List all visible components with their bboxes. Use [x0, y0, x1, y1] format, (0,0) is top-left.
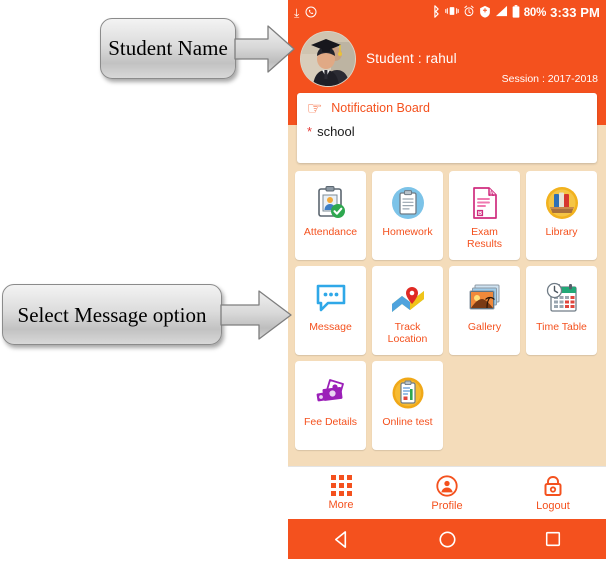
nav-item-more[interactable]: More — [288, 475, 394, 511]
notification-board-section: ☞ Notification Board * school — [288, 93, 606, 163]
triangle-left-icon — [334, 530, 346, 548]
tile-track-location[interactable]: Track Location — [372, 266, 443, 355]
annotation-student-name: Student Name — [100, 18, 296, 79]
vibrate-icon — [445, 5, 459, 20]
alarm-icon — [463, 5, 475, 20]
home-button[interactable] — [394, 530, 500, 549]
tile-label: Exam Results — [466, 226, 502, 250]
location-icon — [479, 5, 491, 21]
annotation-arrow-icon — [234, 24, 295, 73]
back-button[interactable] — [288, 530, 394, 549]
svg-text:A: A — [488, 189, 494, 198]
annotation-bubble-text: Select Message option — [2, 284, 222, 345]
message-icon — [315, 279, 347, 317]
menu-grid-row: Attendance Homework A R Exam Results Lib… — [295, 171, 599, 260]
notification-board-title: Notification Board — [331, 101, 430, 115]
tile-library[interactable]: Library — [526, 171, 597, 260]
nav-label: Logout — [536, 499, 570, 512]
tile-gallery[interactable]: Gallery — [449, 266, 520, 355]
grid-icon — [330, 475, 352, 496]
status-bar-left-icons: ⤓ — [294, 6, 317, 20]
notification-board-card[interactable]: ☞ Notification Board * school — [297, 93, 597, 163]
nav-label: Profile — [431, 499, 463, 512]
menu-grid: Attendance Homework A R Exam Results Lib… — [288, 163, 606, 466]
bottom-navigation: More Profile Logout — [288, 466, 606, 519]
exam-results-icon: A R — [471, 184, 499, 222]
tile-exam-results[interactable]: A R Exam Results — [449, 171, 520, 260]
recents-button[interactable] — [500, 530, 606, 548]
menu-grid-row: Fee Details Online test — [295, 361, 599, 450]
avatar[interactable] — [300, 31, 356, 87]
pointing-hand-icon: ☞ — [306, 98, 323, 118]
tile-label: Message — [309, 321, 352, 333]
battery-percent: 80% — [523, 6, 547, 19]
tile-online-test[interactable]: Online test — [372, 361, 443, 450]
tile-label: Attendance — [303, 226, 358, 238]
avatar-photo — [301, 32, 355, 86]
tile-label: Gallery — [467, 321, 502, 333]
tile-label: Online test — [382, 416, 433, 428]
tile-label: Track Location — [387, 321, 428, 345]
student-name-label: Student : rahul — [366, 51, 457, 66]
nav-label: More — [328, 499, 354, 511]
lock-icon — [544, 475, 562, 496]
tile-label: Library — [545, 226, 578, 238]
status-bar: ⤓ 80% 3:33 PM — [288, 0, 606, 25]
square-icon — [545, 531, 561, 547]
status-bar-right-icons: 80% 3:33 PM — [432, 4, 600, 21]
fee-details-icon — [314, 374, 348, 412]
tile-label: Time Table — [536, 321, 587, 333]
menu-grid-row: Message Track Location Gallery Time Tabl… — [295, 266, 599, 355]
homework-icon — [391, 184, 425, 222]
tile-attendance[interactable]: Attendance — [295, 171, 366, 260]
notification-board-header: ☞ Notification Board — [307, 99, 587, 117]
bullet-star-icon: * — [307, 124, 313, 139]
tile-message[interactable]: Message — [295, 266, 366, 355]
session-label: Session : 2017-2018 — [501, 73, 598, 85]
library-icon — [545, 184, 579, 222]
nav-item-logout[interactable]: Logout — [500, 475, 606, 512]
nav-item-profile[interactable]: Profile — [394, 474, 500, 512]
battery-icon — [512, 4, 520, 21]
svg-text:R: R — [478, 211, 482, 217]
tile-fee-details[interactable]: Fee Details — [295, 361, 366, 450]
tile-homework[interactable]: Homework — [372, 171, 443, 260]
bluetooth-icon — [432, 4, 441, 21]
annotation-bubble-text: Student Name — [100, 18, 236, 79]
online-test-icon — [391, 374, 425, 412]
phone-screen: ⤓ 80% 3:33 PM Student: rahul Session: … — [288, 0, 606, 565]
tile-time-table[interactable]: Time Table — [526, 266, 597, 355]
gallery-icon — [468, 279, 502, 317]
time-table-icon — [545, 279, 579, 317]
attendance-icon — [316, 184, 346, 222]
circle-icon — [438, 530, 456, 548]
android-nav-bar — [288, 519, 606, 559]
track-location-icon — [390, 279, 426, 317]
tile-label: Homework — [382, 226, 433, 238]
notification-item: * school — [307, 124, 587, 139]
annotation-select-message: Select Message option — [2, 284, 292, 345]
signal-icon — [495, 5, 508, 20]
download-icon: ⤓ — [294, 5, 300, 20]
notification-item-text: school — [317, 124, 355, 139]
status-clock: 3:33 PM — [550, 5, 600, 20]
app-header: Student : rahul Session : 2017-2018 — [288, 25, 606, 93]
tile-label: Fee Details — [303, 416, 358, 428]
person-circle-icon — [436, 474, 458, 497]
whatsapp-icon — [305, 6, 317, 20]
annotation-arrow-icon — [220, 289, 292, 340]
